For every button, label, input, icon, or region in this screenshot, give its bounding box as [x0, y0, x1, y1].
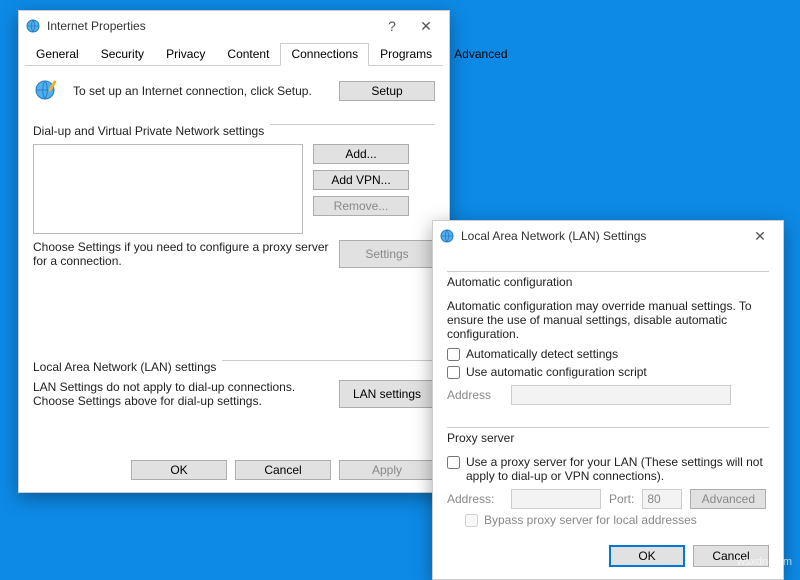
proxy-port-input[interactable]	[642, 489, 682, 509]
titlebar[interactable]: Internet Properties ? ✕	[19, 11, 449, 41]
dialog-footer: OK Cancel Apply	[19, 450, 449, 492]
tab-advanced[interactable]: Advanced	[443, 43, 518, 66]
watermark: wsxdn.com	[737, 556, 792, 568]
titlebar[interactable]: Local Area Network (LAN) Settings ✕	[433, 221, 783, 251]
auto-script-input[interactable]	[447, 366, 460, 379]
dialog-title: Internet Properties	[47, 19, 375, 33]
setup-button[interactable]: Setup	[339, 81, 435, 101]
use-proxy-input[interactable]	[447, 456, 460, 469]
bypass-local-input[interactable]	[465, 514, 478, 527]
dialog-footer: OK Cancel	[433, 535, 783, 579]
autoconfig-description: Automatic configuration may override man…	[447, 299, 769, 341]
add-button[interactable]: Add...	[313, 144, 409, 164]
proxy-address-label: Address:	[447, 492, 503, 506]
auto-script-checkbox[interactable]: Use automatic configuration script	[447, 365, 769, 379]
auto-detect-label: Automatically detect settings	[466, 347, 618, 361]
close-button[interactable]: ✕	[743, 225, 777, 247]
proxy-port-label: Port:	[609, 492, 634, 506]
use-proxy-checkbox[interactable]: Use a proxy server for your LAN (These s…	[447, 455, 769, 483]
remove-button[interactable]: Remove...	[313, 196, 409, 216]
group-autoconfig-label: Automatic configuration	[447, 275, 578, 289]
ok-button[interactable]: OK	[609, 545, 685, 567]
tab-strip: General Security Privacy Content Connect…	[19, 41, 449, 66]
tab-programs[interactable]: Programs	[369, 43, 443, 66]
apply-button[interactable]: Apply	[339, 460, 435, 480]
proxy-address-input[interactable]	[511, 489, 601, 509]
use-proxy-label: Use a proxy server for your LAN (These s…	[466, 455, 769, 483]
connection-settings-button[interactable]: Settings	[339, 240, 435, 268]
lan-settings-dialog: Local Area Network (LAN) Settings ✕ Auto…	[432, 220, 784, 580]
dialog-title: Local Area Network (LAN) Settings	[461, 229, 743, 243]
group-proxy-label: Proxy server	[447, 431, 520, 445]
help-button[interactable]: ?	[375, 15, 409, 37]
tab-content[interactable]: Content	[216, 43, 280, 66]
lan-description: LAN Settings do not apply to dial-up con…	[33, 380, 329, 408]
tab-connections[interactable]: Connections	[280, 43, 369, 66]
add-vpn-button[interactable]: Add VPN...	[313, 170, 409, 190]
bypass-local-label: Bypass proxy server for local addresses	[484, 513, 697, 527]
autoconfig-address-label: Address	[447, 388, 503, 402]
auto-detect-input[interactable]	[447, 348, 460, 361]
tab-body: To set up an Internet connection, click …	[19, 66, 449, 420]
bypass-local-checkbox[interactable]: Bypass proxy server for local addresses	[465, 513, 769, 527]
choose-settings-text: Choose Settings if you need to configure…	[33, 240, 329, 268]
proxy-advanced-button[interactable]: Advanced	[690, 489, 766, 509]
auto-script-label: Use automatic configuration script	[466, 365, 647, 379]
internet-options-icon	[439, 228, 455, 244]
lan-settings-button[interactable]: LAN settings	[339, 380, 435, 408]
tab-privacy[interactable]: Privacy	[155, 43, 216, 66]
auto-detect-checkbox[interactable]: Automatically detect settings	[447, 347, 769, 361]
close-button[interactable]: ✕	[409, 15, 443, 37]
cancel-button[interactable]: Cancel	[235, 460, 331, 480]
internet-properties-dialog: Internet Properties ? ✕ General Security…	[18, 10, 450, 493]
connections-listbox[interactable]	[33, 144, 303, 234]
setup-description: To set up an Internet connection, click …	[73, 84, 329, 98]
globe-wand-icon	[33, 76, 63, 106]
tab-general[interactable]: General	[25, 43, 90, 66]
tab-security[interactable]: Security	[90, 43, 155, 66]
internet-options-icon	[25, 18, 41, 34]
group-lan-label: Local Area Network (LAN) settings	[33, 360, 222, 374]
group-dialup-label: Dial-up and Virtual Private Network sett…	[33, 124, 270, 138]
ok-button[interactable]: OK	[131, 460, 227, 480]
autoconfig-address-input[interactable]	[511, 385, 731, 405]
